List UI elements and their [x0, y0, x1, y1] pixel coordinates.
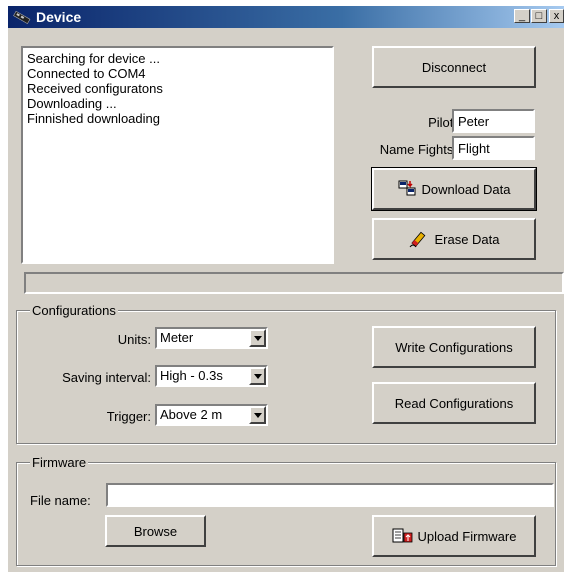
name-flights-label: Name Fights: — [379, 142, 457, 157]
units-value: Meter — [160, 330, 194, 345]
name-flights-input[interactable]: Flight — [452, 136, 535, 160]
log-line: Searching for device ... — [27, 51, 160, 66]
units-select[interactable]: Meter — [155, 327, 268, 349]
file-name-label: File name: — [30, 493, 91, 508]
device-window: Device _ □ x Searching for device ... Co… — [8, 6, 564, 572]
device-icon — [13, 10, 31, 25]
browse-label: Browse — [133, 523, 178, 539]
erase-data-label: Erase Data — [434, 231, 500, 247]
configurations-group-title: Configurations — [30, 303, 118, 318]
pilot-input[interactable]: Peter — [452, 109, 535, 133]
read-configurations-label: Read Configurations — [394, 395, 514, 411]
erase-data-button[interactable]: Erase Data — [372, 218, 536, 260]
disconnect-button[interactable]: Disconnect — [372, 46, 536, 88]
chevron-down-icon[interactable] — [249, 367, 266, 385]
firmware-group-title: Firmware — [30, 455, 89, 470]
window-title: Device — [36, 9, 82, 25]
chevron-down-icon[interactable] — [249, 329, 266, 347]
units-label: Units: — [117, 332, 151, 347]
trigger-label: Trigger: — [106, 409, 151, 424]
download-data-label: Download Data — [421, 181, 511, 197]
read-configurations-button[interactable]: Read Configurations — [372, 382, 536, 424]
upload-icon — [392, 528, 412, 543]
browse-button[interactable]: Browse — [105, 515, 206, 547]
trigger-select[interactable]: Above 2 m — [155, 404, 268, 426]
log-box[interactable]: Searching for device ... Connected to CO… — [21, 46, 334, 264]
maximize-button[interactable]: □ — [531, 9, 547, 23]
trigger-value: Above 2 m — [160, 407, 223, 422]
saving-interval-label: Saving interval: — [62, 370, 151, 385]
log-line: Received configuratons — [27, 81, 163, 96]
saving-interval-value: High - 0.3s — [160, 368, 223, 383]
saving-interval-select[interactable]: High - 0.3s — [155, 365, 268, 387]
close-button[interactable]: x — [549, 9, 564, 23]
log-line: Downloading ... — [27, 96, 117, 111]
download-data-button[interactable]: Download Data — [371, 167, 537, 211]
write-configurations-button[interactable]: Write Configurations — [372, 326, 536, 368]
chevron-down-icon[interactable] — [249, 406, 266, 424]
file-name-input[interactable] — [106, 483, 554, 507]
eraser-icon — [410, 231, 426, 248]
write-configurations-label: Write Configurations — [395, 339, 513, 355]
disconnect-label: Disconnect — [421, 59, 487, 75]
upload-firmware-label: Upload Firmware — [417, 528, 517, 544]
progress-bar — [24, 272, 564, 294]
log-line: Finnished downloading — [27, 111, 160, 126]
upload-firmware-button[interactable]: Upload Firmware — [372, 515, 536, 557]
log-line: Connected to COM4 — [27, 66, 146, 81]
title-bar: Device _ □ x — [8, 6, 564, 28]
download-icon — [398, 180, 416, 196]
minimize-button[interactable]: _ — [514, 9, 530, 23]
